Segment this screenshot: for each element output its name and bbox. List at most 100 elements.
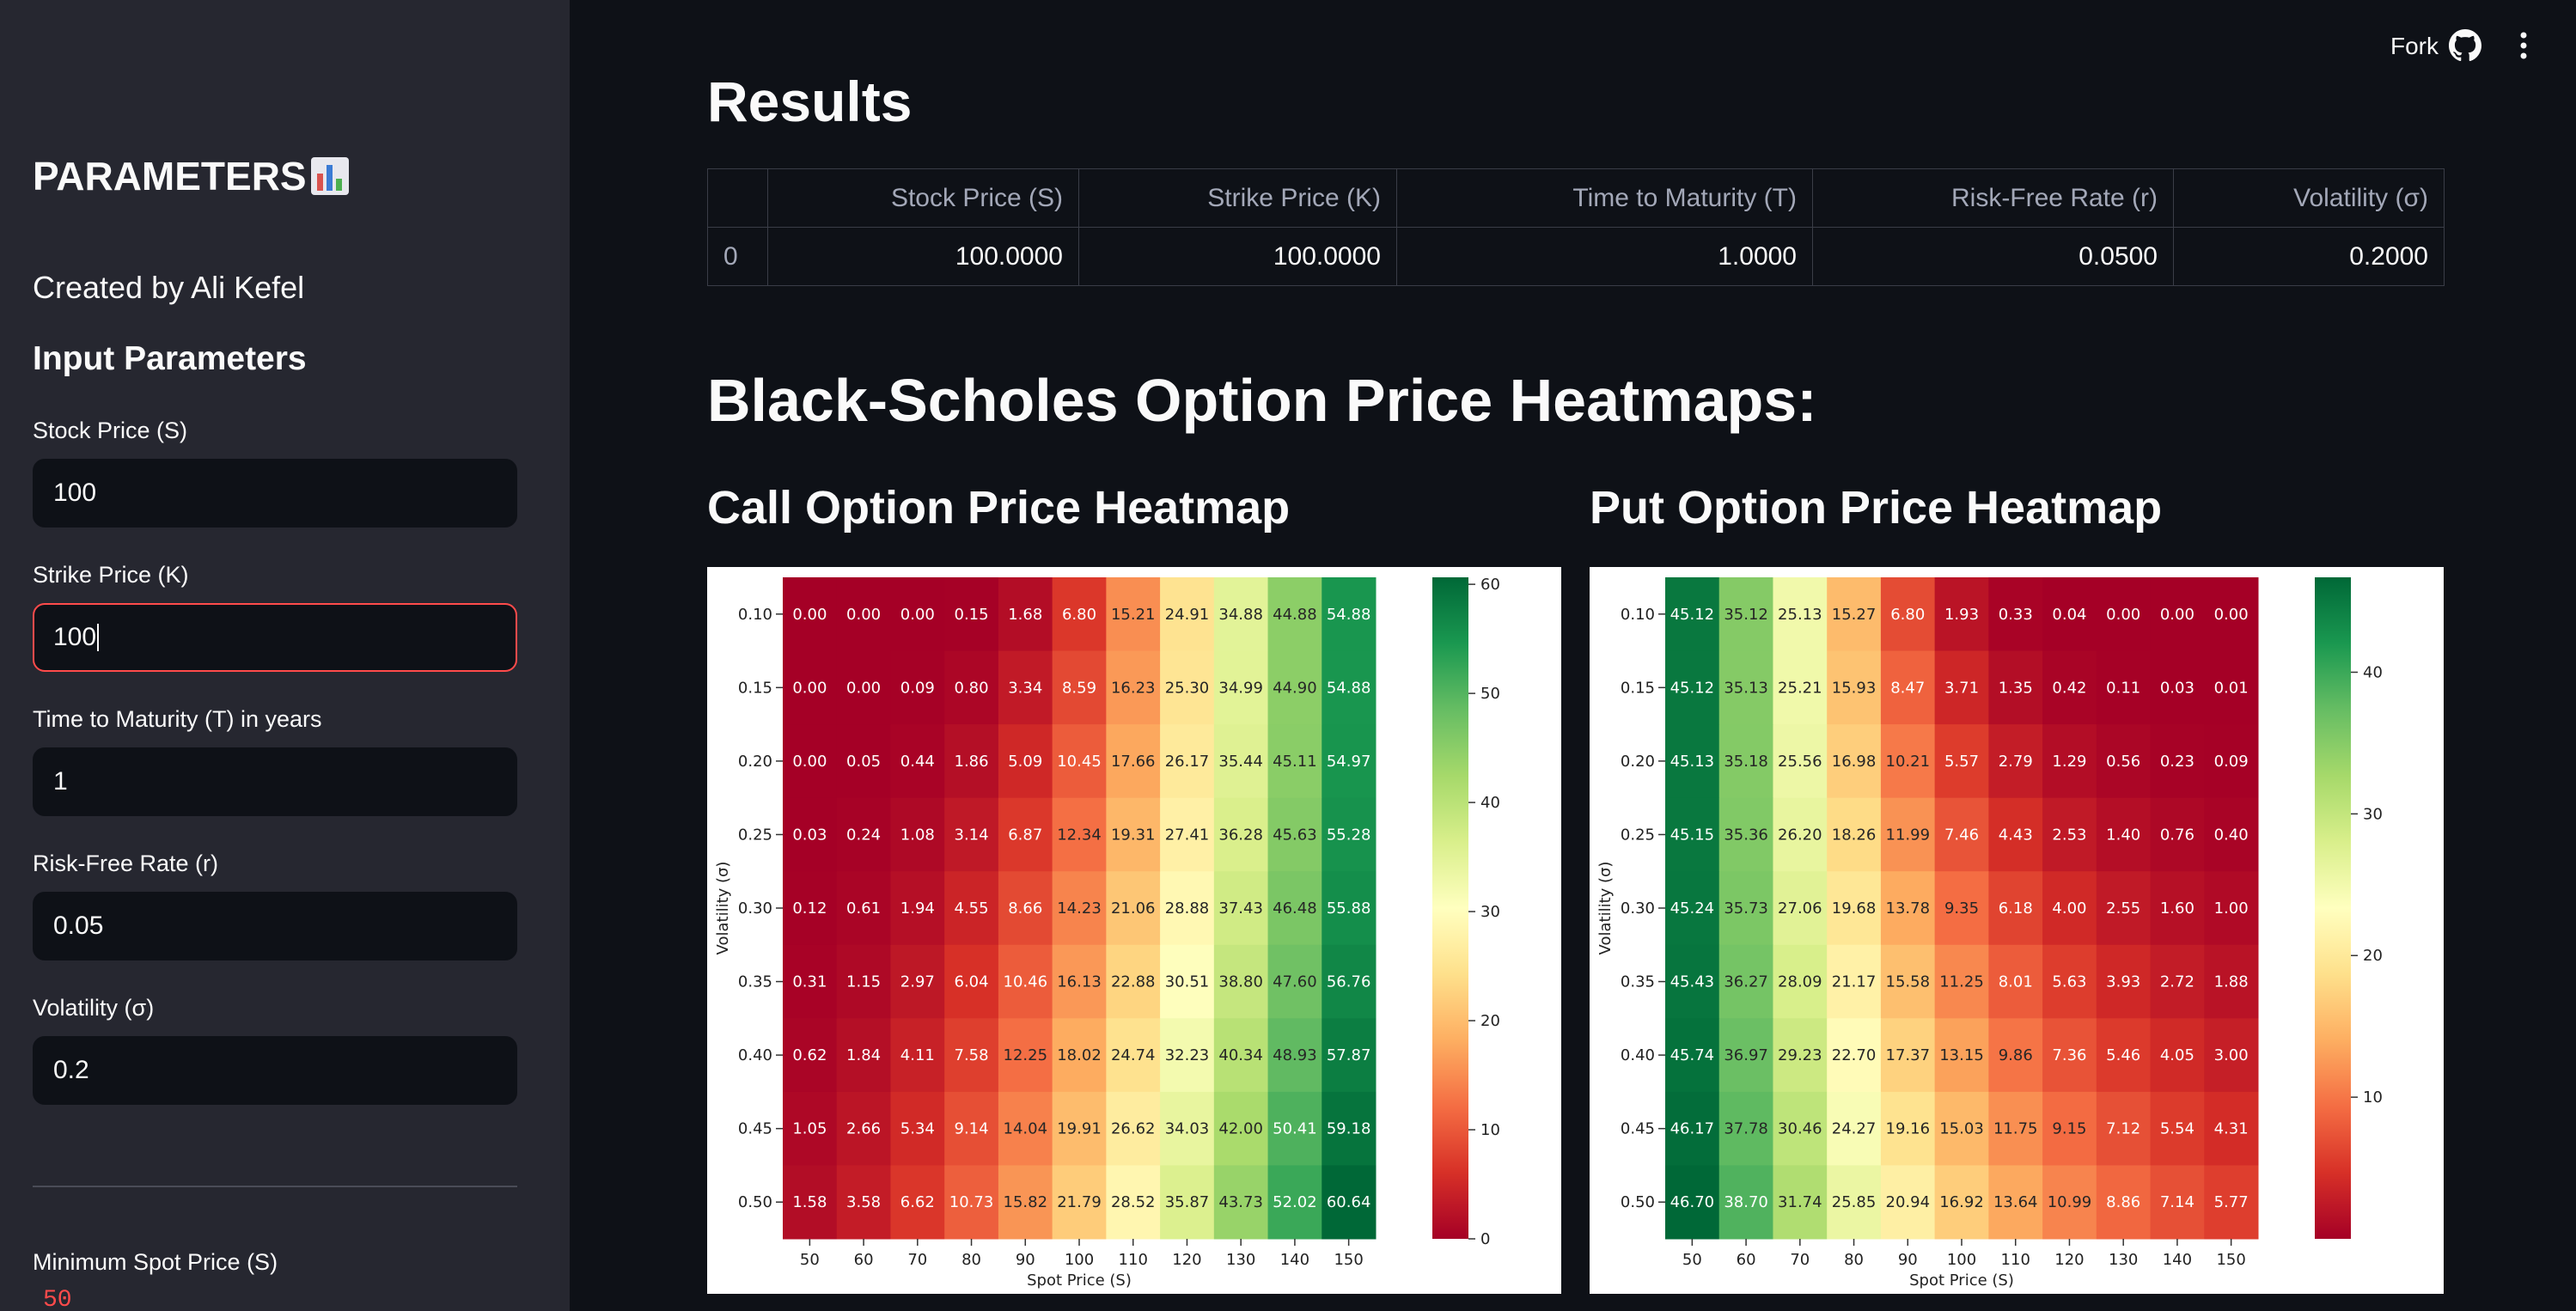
heatmap-cells: 0.00 0.00 0.00 0.15 1.68 6.80 15.21 24.91 34.88 4…	[783, 577, 1377, 1240]
heatmap-cell-label: 25.30	[1165, 679, 1210, 697]
heatmap-cell-label: 57.87	[1327, 1046, 1371, 1064]
heatmap-cell-label: 60.64	[1327, 1193, 1371, 1211]
colorbar-tick-label: 10	[2363, 1088, 2383, 1107]
time-to-maturity-input[interactable]: 1	[33, 747, 517, 816]
heatmap-cell-label: 11.25	[1939, 973, 1984, 991]
heatmap-cell-label: 1.86	[955, 753, 989, 771]
heatmap-cell-label: 55.88	[1327, 899, 1371, 918]
x-tick-label: 80	[1844, 1251, 1864, 1269]
heatmap-cell-label: 27.06	[1778, 899, 1822, 918]
heatmap-cell-label: 4.55	[955, 899, 989, 918]
heatmap-cell-label: 7.46	[1944, 826, 1979, 844]
heatmap-cell-label: 11.75	[1993, 1120, 2038, 1138]
table-header-stock-price[interactable]: Stock Price (S)	[767, 168, 1079, 228]
risk-free-rate-label: Risk-Free Rate (r)	[33, 851, 219, 876]
heatmap-cell-label: 14.04	[1004, 1120, 1048, 1138]
volatility-input[interactable]: 0.2	[33, 1036, 517, 1105]
heatmap-cell-label: 21.06	[1111, 899, 1156, 918]
y-axis-label: Volatility (σ)	[714, 862, 732, 955]
heatmap-cell-label: 7.58	[955, 1046, 989, 1064]
heatmap-cell-label: 15.27	[1832, 606, 1877, 624]
heatmap-cell-label: 5.57	[1944, 753, 1979, 771]
heatmap-cell-label: 35.18	[1724, 753, 1768, 771]
heatmap-cell-label: 38.80	[1218, 973, 1263, 991]
heatmap-cell-label: 45.13	[1670, 753, 1715, 771]
heatmap-cell-label: 3.00	[2214, 1046, 2249, 1064]
heatmap-cell-label: 9.15	[2052, 1120, 2086, 1138]
heatmap-cell-label: 46.70	[1670, 1193, 1715, 1211]
heatmap-cell-label: 36.97	[1724, 1046, 1768, 1064]
heatmap-cell-label: 13.78	[1886, 899, 1931, 918]
heatmap-cell-label: 0.00	[2214, 606, 2249, 624]
table-cell-index: 0	[707, 227, 768, 286]
heatmap-cell-label: 4.00	[2052, 899, 2086, 918]
heatmap-cell-label: 18.02	[1057, 1046, 1102, 1064]
x-tick-label: 110	[2001, 1251, 2030, 1269]
heatmap-cell-label: 36.27	[1724, 973, 1768, 991]
x-tick-label: 70	[1790, 1251, 1810, 1269]
heatmap-cell-label: 55.28	[1327, 826, 1371, 844]
y-tick-label: 0.20	[738, 753, 772, 771]
heatmap-cell-label: 35.12	[1724, 606, 1768, 624]
heatmap-cell-label: 10.46	[1004, 973, 1048, 991]
strike-price-label: Strike Price (K)	[33, 562, 189, 588]
call-heatmap-chart: 0.00 0.00 0.00 0.15 1.68 6.80 15.21 24.91 34.88 4…	[714, 576, 1500, 1290]
heatmap-cell-label: 9.86	[1999, 1046, 2033, 1064]
heatmap-cell-label: 27.41	[1165, 826, 1210, 844]
x-tick-label: 90	[1016, 1251, 1035, 1269]
table-cell: 100.0000	[1078, 227, 1397, 286]
colorbar	[1432, 577, 1468, 1239]
heatmap-cell-label: 1.35	[1999, 679, 2033, 697]
fork-button[interactable]: Fork	[2390, 33, 2439, 60]
table-header-risk-free-rate[interactable]: Risk-Free Rate (r)	[1812, 168, 2174, 228]
x-tick-label: 110	[1119, 1251, 1148, 1269]
heatmap-cell-label: 0.33	[1999, 606, 2033, 624]
heatmap-cell-label: 24.27	[1832, 1120, 1877, 1138]
heatmap-cell-label: 5.63	[2052, 973, 2086, 991]
heatmap-cell-label: 8.86	[2106, 1193, 2140, 1211]
heatmap-cell-label: 15.21	[1111, 606, 1156, 624]
heatmap-cell-label: 32.23	[1165, 1046, 1210, 1064]
table-header-strike-price[interactable]: Strike Price (K)	[1078, 168, 1397, 228]
x-tick-label: 100	[1065, 1251, 1094, 1269]
heatmap-cell-label: 1.68	[1008, 606, 1042, 624]
y-tick-label: 0.15	[738, 679, 772, 697]
heatmap-cell-label: 45.12	[1670, 606, 1715, 624]
table-header-volatility[interactable]: Volatility (σ)	[2173, 168, 2445, 228]
heatmap-cell-label: 45.24	[1670, 899, 1715, 918]
heatmap-cell-label: 0.31	[792, 973, 827, 991]
min-spot-price-value[interactable]: 50	[43, 1287, 72, 1311]
heatmap-cell-label: 19.68	[1832, 899, 1877, 918]
heatmap-cell-label: 34.99	[1218, 679, 1263, 697]
heatmap-cell-label: 54.97	[1327, 753, 1371, 771]
github-icon[interactable]	[2449, 29, 2481, 62]
stock-price-input[interactable]: 100	[33, 459, 517, 527]
heatmap-cell-label: 3.93	[2106, 973, 2140, 991]
table-cell: 0.2000	[2173, 227, 2445, 286]
stock-price-label: Stock Price (S)	[33, 418, 188, 443]
more-vertical-icon[interactable]	[2507, 29, 2540, 62]
heatmap-cell-label: 0.23	[2160, 753, 2194, 771]
heatmap-cell-label: 0.04	[2052, 606, 2086, 624]
x-tick-label: 150	[1334, 1251, 1363, 1269]
y-tick-label: 0.25	[1621, 826, 1655, 844]
strike-price-input[interactable]: 100	[33, 603, 517, 672]
heatmap-cell-label: 1.00	[2214, 899, 2249, 918]
x-axis-label: Spot Price (S)	[1027, 1271, 1132, 1290]
risk-free-rate-input[interactable]: 0.05	[33, 892, 517, 960]
y-tick-label: 0.30	[738, 899, 772, 918]
y-tick-label: 0.10	[738, 606, 772, 624]
sidebar-title: PARAMETERS	[33, 153, 350, 199]
colorbar-tick-label: 20	[2363, 947, 2383, 965]
heatmap-cell-label: 6.62	[900, 1193, 935, 1211]
heatmap-cell-label: 4.31	[2214, 1120, 2249, 1138]
heatmap-cell-label: 0.00	[2106, 606, 2140, 624]
table-header-time-to-maturity[interactable]: Time to Maturity (T)	[1396, 168, 1813, 228]
heatmap-cell-label: 5.54	[2160, 1120, 2194, 1138]
table-header-index[interactable]	[707, 168, 768, 228]
y-tick-label: 0.10	[1621, 606, 1655, 624]
heatmap-cell-label: 24.74	[1111, 1046, 1156, 1064]
heatmap-cell-label: 15.58	[1886, 973, 1931, 991]
heatmap-cell-label: 22.88	[1111, 973, 1156, 991]
heatmap-cell-label: 35.87	[1165, 1193, 1210, 1211]
